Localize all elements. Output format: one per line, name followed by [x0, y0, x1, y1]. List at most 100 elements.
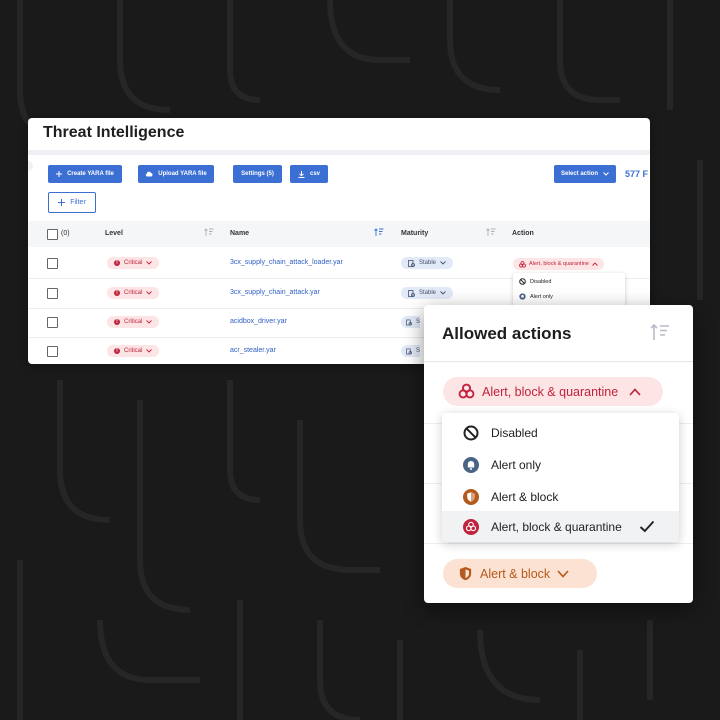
filter-label: Filter [70, 199, 86, 206]
maturity-label: Stable [419, 290, 437, 296]
rule-name-link[interactable]: 3cx_supply_chain_attack.yar [230, 289, 320, 296]
level-label: Critical [124, 319, 143, 325]
create-yara-button[interactable]: Create YARA file [48, 165, 122, 183]
maturity-label: S [415, 319, 420, 325]
biohazard-icon [519, 260, 526, 267]
menu-item-label: Disabled [530, 278, 552, 285]
option-label: Alert & block [491, 490, 559, 504]
maturity-badge[interactable]: S [401, 316, 420, 328]
row-checkbox[interactable] [47, 346, 58, 357]
chevron-down-icon [146, 320, 153, 324]
row-checkbox[interactable] [47, 258, 58, 269]
shield-icon [463, 489, 479, 505]
menu-item-disabled[interactable]: Disabled [519, 278, 551, 285]
document-icon [408, 289, 415, 297]
option-label: Alert, block & quarantine [491, 520, 622, 534]
level-label: Critical [124, 290, 143, 296]
chevron-down-icon [440, 291, 446, 295]
chevron-down-icon [440, 261, 446, 265]
menu-item-label: Alert only [530, 293, 553, 300]
disabled-icon [463, 425, 479, 441]
selected-count: (0) [61, 230, 70, 237]
row-action-dropdown[interactable]: Alert, block & quarantine [513, 258, 604, 270]
plus-icon [58, 199, 66, 206]
rule-name-link[interactable]: 3cx_supply_chain_attack_loader.yar [230, 259, 343, 266]
rule-name-link[interactable]: acidbox_driver.yar [230, 318, 287, 325]
bell-icon [463, 457, 479, 473]
row-checkbox[interactable] [47, 288, 58, 299]
action-select-label: Alert & block [480, 566, 551, 581]
csv-export-button[interactable]: csv [290, 165, 328, 183]
menu-item-alert-only[interactable]: Alert only [519, 293, 553, 300]
download-icon [298, 170, 305, 178]
sort-icon[interactable] [486, 228, 496, 237]
results-count: 577 F [625, 169, 649, 179]
option-label: Disabled [491, 426, 538, 440]
plus-icon [56, 171, 63, 177]
option-label: Alert only [491, 458, 542, 472]
rule-name-link[interactable]: acr_stealer.yar [230, 347, 276, 354]
chevron-up-icon [592, 262, 598, 266]
checkmark-icon [639, 520, 655, 533]
document-icon [406, 319, 412, 325]
level-label: Critical [124, 260, 143, 266]
table-header: (0) Level Name Maturity Action [28, 221, 650, 247]
alert-icon: ! [114, 260, 120, 266]
action-dropdown-menu: Disabled Alert only Alert & block Alert,… [442, 413, 679, 542]
critical-badge[interactable]: ! Critical [107, 316, 160, 328]
create-yara-label: Create YARA file [67, 171, 114, 177]
sort-icon[interactable] [204, 228, 214, 237]
biohazard-icon [458, 383, 475, 399]
upload-yara-label: Upload YARA file [158, 171, 207, 177]
sort-icon[interactable] [650, 323, 670, 341]
collapse-handle[interactable] [28, 161, 33, 171]
settings-label: Settings (5) [241, 171, 274, 177]
maturity-badge[interactable]: Stable [401, 257, 454, 269]
chevron-down-icon [146, 291, 153, 295]
option-alert-only[interactable]: Alert only [442, 449, 679, 480]
sort-active-icon[interactable] [374, 228, 384, 237]
option-disabled[interactable]: Disabled [442, 417, 679, 448]
alert-icon: ! [114, 348, 120, 354]
row-action-label: Alert, block & quarantine [529, 261, 589, 267]
filter-button[interactable]: Filter [48, 192, 96, 213]
maturity-badge[interactable]: Stable [401, 287, 454, 299]
page-title: Threat Intelligence [43, 124, 185, 141]
maturity-badge[interactable]: S [401, 345, 420, 357]
critical-badge[interactable]: ! Critical [107, 345, 160, 357]
level-label: Critical [124, 348, 143, 354]
bell-icon [519, 293, 526, 300]
action-select-quarantine[interactable]: Alert, block & quarantine [443, 377, 663, 406]
chevron-down-icon [603, 172, 609, 176]
disabled-icon [519, 278, 526, 285]
chevron-down-icon [146, 261, 153, 265]
allowed-actions-card: Allowed actions Alert, block & quarantin… [424, 305, 693, 603]
option-alert-block[interactable]: Alert & block [442, 481, 679, 512]
action-select-label: Alert, block & quarantine [482, 384, 619, 399]
biohazard-icon [463, 519, 479, 535]
card-divider [424, 361, 693, 362]
maturity-label: Stable [419, 260, 437, 266]
shield-icon [459, 566, 472, 581]
row-checkbox[interactable] [47, 317, 58, 328]
select-action-button[interactable]: Select action [554, 165, 616, 183]
cloud-upload-icon [146, 171, 153, 177]
chevron-down-icon [146, 349, 153, 353]
column-name[interactable]: Name [230, 230, 249, 237]
settings-button[interactable]: Settings (5) [233, 165, 282, 183]
select-all-checkbox[interactable] [47, 229, 58, 240]
chevron-down-icon [557, 569, 569, 578]
action-select-alert-block[interactable]: Alert & block [443, 559, 597, 588]
option-alert-block-quarantine[interactable]: Alert, block & quarantine [442, 511, 679, 542]
alert-icon: ! [114, 319, 120, 325]
chevron-up-icon [629, 387, 641, 396]
critical-badge[interactable]: ! Critical [107, 257, 160, 269]
alert-icon: ! [114, 290, 120, 296]
column-level[interactable]: Level [105, 230, 123, 237]
upload-yara-button[interactable]: Upload YARA file [138, 165, 214, 183]
document-icon [408, 259, 415, 267]
critical-badge[interactable]: ! Critical [107, 287, 160, 299]
select-action-label: Select action [560, 171, 598, 177]
column-maturity[interactable]: Maturity [401, 230, 428, 237]
csv-label: csv [309, 171, 320, 177]
